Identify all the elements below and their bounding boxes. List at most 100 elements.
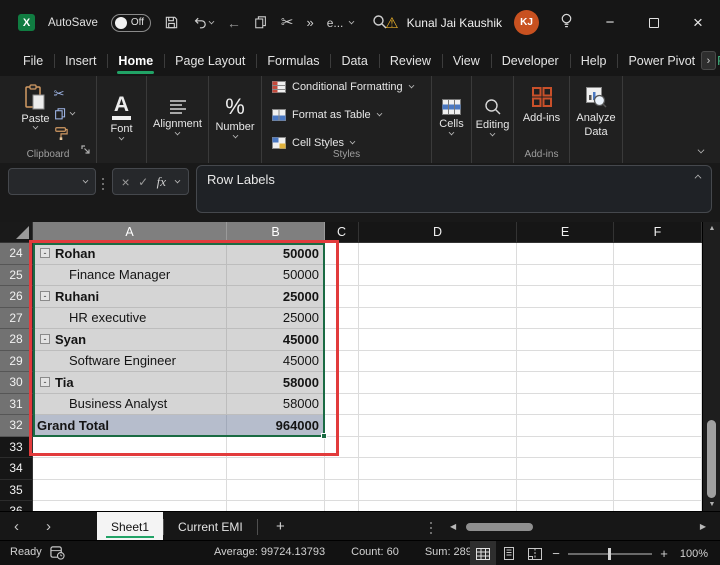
- cell[interactable]: 58000: [227, 393, 325, 415]
- cell[interactable]: [325, 501, 359, 511]
- cell[interactable]: [325, 372, 359, 394]
- row-header[interactable]: 32: [0, 415, 33, 437]
- number-menu-button[interactable]: % Number: [209, 76, 261, 163]
- autosave-toggle[interactable]: Off: [110, 13, 151, 32]
- collapse-group-icon[interactable]: -: [40, 291, 50, 302]
- cell[interactable]: [325, 415, 359, 437]
- column-header-e[interactable]: E: [517, 222, 614, 243]
- cell[interactable]: - Syan: [33, 329, 227, 351]
- cell[interactable]: 45000: [227, 329, 325, 351]
- zoom-out-button[interactable]: −: [548, 546, 564, 561]
- cell[interactable]: [517, 372, 614, 394]
- cell[interactable]: 50000: [227, 264, 325, 286]
- cell[interactable]: [359, 393, 517, 415]
- row-header[interactable]: 29: [0, 350, 33, 372]
- cell[interactable]: [227, 458, 325, 480]
- document-title-menu[interactable]: e...: [327, 17, 355, 29]
- format-as-table-button[interactable]: Format as Table: [272, 109, 383, 121]
- cell[interactable]: [359, 307, 517, 329]
- cell[interactable]: HR executive: [33, 307, 227, 329]
- ribbon-tab-view[interactable]: View: [441, 45, 491, 76]
- cell[interactable]: 45000: [227, 350, 325, 372]
- cell[interactable]: [359, 415, 517, 437]
- row-header[interactable]: 35: [0, 479, 33, 501]
- ribbon-tab-formulas[interactable]: Formulas: [256, 45, 330, 76]
- cell[interactable]: [517, 458, 614, 480]
- cell[interactable]: [359, 479, 517, 501]
- cell[interactable]: 58000: [227, 372, 325, 394]
- row-header[interactable]: 27: [0, 307, 33, 329]
- redo-arrow-icon[interactable]: ←: [227, 16, 241, 30]
- clipboard-dialog-launcher-icon[interactable]: [81, 142, 91, 160]
- collapse-group-icon[interactable]: -: [40, 248, 50, 259]
- cell[interactable]: [227, 436, 325, 458]
- user-name[interactable]: Kunal Jai Kaushik: [407, 16, 502, 30]
- cell[interactable]: - Ruhani: [33, 286, 227, 308]
- cell[interactable]: [517, 329, 614, 351]
- scroll-down-icon[interactable]: ▼: [703, 501, 720, 508]
- cell[interactable]: Finance Manager: [33, 264, 227, 286]
- name-box[interactable]: [8, 168, 96, 195]
- cell-styles-button[interactable]: Cell Styles: [272, 137, 356, 149]
- fx-dropdown-icon[interactable]: [174, 177, 180, 183]
- column-header-a[interactable]: A: [33, 222, 227, 243]
- cell[interactable]: [614, 372, 702, 394]
- cell[interactable]: - Tia: [33, 372, 227, 394]
- cell[interactable]: [33, 479, 227, 501]
- ribbon-tab-help[interactable]: Help: [569, 45, 618, 76]
- cell[interactable]: 25000: [227, 307, 325, 329]
- column-header-f[interactable]: F: [614, 222, 702, 243]
- cell[interactable]: [517, 264, 614, 286]
- zoom-slider-thumb[interactable]: [608, 547, 611, 560]
- insert-function-icon[interactable]: fx: [157, 174, 166, 190]
- row-header[interactable]: 33: [0, 436, 33, 458]
- sheet-options-icon[interactable]: [430, 522, 432, 524]
- cell[interactable]: [517, 350, 614, 372]
- ribbon-tab-power-pivot[interactable]: Power Pivot: [617, 45, 706, 76]
- add-sheet-button[interactable]: +: [276, 512, 285, 541]
- maximize-button[interactable]: [632, 0, 676, 45]
- cells-menu-button[interactable]: Cells: [432, 76, 471, 163]
- cell[interactable]: [614, 479, 702, 501]
- cell[interactable]: [33, 436, 227, 458]
- cell[interactable]: [359, 458, 517, 480]
- normal-view-button[interactable]: [470, 541, 496, 565]
- copy-button[interactable]: [54, 107, 75, 121]
- cell[interactable]: [325, 307, 359, 329]
- cell[interactable]: [614, 393, 702, 415]
- cell[interactable]: [359, 372, 517, 394]
- zoom-level[interactable]: 100%: [672, 548, 714, 560]
- cell[interactable]: [325, 458, 359, 480]
- row-header[interactable]: 36: [0, 501, 33, 511]
- hscroll-right-icon[interactable]: ▶: [700, 512, 706, 541]
- cell[interactable]: 964000: [227, 415, 325, 437]
- cell[interactable]: [325, 243, 359, 265]
- cell[interactable]: [325, 286, 359, 308]
- collapse-group-icon[interactable]: -: [40, 377, 50, 388]
- accessibility-checker-icon[interactable]: [50, 545, 65, 563]
- cell[interactable]: [325, 393, 359, 415]
- vertical-scrollbar[interactable]: ▲ ▼: [702, 222, 720, 511]
- cell[interactable]: [227, 479, 325, 501]
- paste-button[interactable]: Paste: [21, 84, 50, 130]
- alignment-menu-button[interactable]: Alignment: [147, 76, 208, 163]
- ribbon-tab-home[interactable]: Home: [107, 45, 164, 76]
- row-header[interactable]: 28: [0, 329, 33, 351]
- select-all-button[interactable]: [0, 222, 33, 243]
- cell[interactable]: [517, 286, 614, 308]
- cell[interactable]: [614, 264, 702, 286]
- undo-icon[interactable]: [192, 16, 215, 30]
- cell[interactable]: [33, 458, 227, 480]
- sheet-nav-left-icon[interactable]: ‹: [14, 512, 19, 541]
- copy-icon[interactable]: [254, 15, 268, 30]
- cell[interactable]: [614, 286, 702, 308]
- name-box-dropdown-icon[interactable]: [82, 177, 89, 183]
- cell[interactable]: - Rohan: [33, 243, 227, 265]
- cell[interactable]: [614, 458, 702, 480]
- save-icon[interactable]: [164, 15, 179, 30]
- undo-dropdown-icon[interactable]: [208, 18, 215, 24]
- cell[interactable]: [517, 393, 614, 415]
- cell[interactable]: Grand Total: [33, 415, 227, 437]
- collapse-ribbon-icon[interactable]: [697, 146, 705, 154]
- cell[interactable]: [33, 501, 227, 511]
